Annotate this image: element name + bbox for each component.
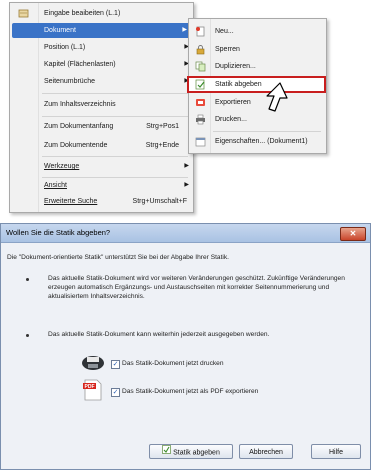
submenu-item-label: Duplizieren... bbox=[215, 63, 256, 70]
print-now-checkbox[interactable]: ✓ bbox=[111, 360, 120, 369]
menu-item-edit-input[interactable]: Eingabe beaibeiten (L.1) bbox=[10, 6, 193, 21]
bullet-icon bbox=[26, 278, 29, 281]
help-button[interactable]: Hilfe bbox=[311, 444, 361, 459]
menu-item-seitenumbrueche[interactable]: Seitenumbrüche ▶ bbox=[10, 74, 193, 89]
menu-item-kapitel[interactable]: Kapitel (Flächenlasten) ▶ bbox=[10, 57, 193, 72]
cancel-button[interactable]: Abbrechen bbox=[239, 444, 293, 459]
submenu-item-label: Drucken... bbox=[215, 116, 247, 123]
submenu-item-label: Statik abgeben bbox=[215, 81, 262, 88]
svg-text:PDF: PDF bbox=[85, 384, 95, 390]
menu-separator bbox=[42, 93, 188, 94]
menu-item-dokumentende[interactable]: Zum Dokumentende Strg+Ende bbox=[10, 138, 193, 153]
submenu-item-label: Exportieren bbox=[215, 99, 251, 106]
menu-item-label: Dokument bbox=[44, 27, 76, 34]
bullet-text-output: Das aktuelle Statik-Dokument kann weiter… bbox=[48, 331, 270, 338]
edit-icon bbox=[18, 8, 29, 19]
menu-item-ansicht[interactable]: Ansicht ▶ bbox=[10, 178, 193, 193]
dialog-intro: Die "Dokument-orientierte Statik" unters… bbox=[7, 254, 230, 261]
new-doc-icon bbox=[195, 26, 206, 37]
menu-separator bbox=[42, 156, 188, 157]
properties-icon bbox=[195, 136, 206, 147]
export-icon bbox=[195, 97, 206, 108]
submenu-item-neu[interactable]: Neu... bbox=[189, 24, 326, 39]
dokument-submenu: Neu... Sperren Duplizieren... Statik abg… bbox=[187, 18, 327, 154]
submenu-item-duplizieren[interactable]: Duplizieren... bbox=[189, 59, 326, 74]
printer-icon bbox=[81, 354, 105, 372]
submit-statik-button[interactable]: Statik abgeben bbox=[149, 444, 233, 459]
context-menu: Eingabe beaibeiten (L.1) Dokument ▶ Posi… bbox=[9, 2, 194, 213]
menu-item-erweiterte-suche[interactable]: Erweiterte Suche Strg+Umschalt+F bbox=[10, 194, 193, 209]
menu-shortcut: Strg+Ende bbox=[145, 142, 179, 149]
lock-icon bbox=[195, 44, 206, 55]
mouse-pointer-icon bbox=[266, 82, 294, 122]
print-icon bbox=[195, 114, 206, 125]
menu-item-inhaltsverzeichnis[interactable]: Zum Inhaltsverzeichnis bbox=[10, 97, 193, 112]
submit-statik-dialog: Wollen Sie die Statik abgeben? ✕ Die "Do… bbox=[0, 223, 371, 470]
menu-item-label: Zum Inhaltsverzeichnis bbox=[44, 101, 116, 108]
bullet-text-protect: Das aktuelle Statik-Dokument wird vor we… bbox=[48, 275, 345, 301]
menu-item-position[interactable]: Position (L.1) ▶ bbox=[10, 40, 193, 55]
menu-item-label: Seitenumbrüche bbox=[44, 78, 95, 85]
submenu-item-label: Sperren bbox=[215, 46, 240, 53]
handover-icon bbox=[195, 79, 206, 90]
menu-item-label: Erweiterte Suche bbox=[44, 198, 98, 205]
menu-shortcut: Strg+Pos1 bbox=[146, 123, 179, 130]
submit-button-label: Statik abgeben bbox=[173, 449, 220, 457]
menu-separator bbox=[42, 116, 188, 117]
menu-item-label: Zum Dokumentende bbox=[44, 142, 108, 149]
print-now-label: Das Statik-Dokument jetzt drucken bbox=[122, 360, 224, 367]
menu-item-label: Position (L.1) bbox=[44, 44, 86, 51]
dialog-titlebar: Wollen Sie die Statik abgeben? ✕ bbox=[1, 224, 370, 243]
submenu-item-sperren[interactable]: Sperren bbox=[189, 42, 326, 57]
menu-item-dokumentanfang[interactable]: Zum Dokumentanfang Strg+Pos1 bbox=[10, 119, 193, 134]
handover-icon bbox=[162, 445, 171, 460]
submenu-item-label: Neu... bbox=[215, 28, 234, 35]
submenu-item-statik-abgeben[interactable]: Statik abgeben bbox=[187, 76, 326, 93]
menu-item-label: Eingabe beaibeiten (L.1) bbox=[44, 10, 121, 17]
duplicate-icon bbox=[195, 61, 206, 72]
dialog-body: Die "Dokument-orientierte Statik" unters… bbox=[1, 243, 370, 469]
export-pdf-label: Das Statik-Dokument jetzt als PDF export… bbox=[122, 388, 259, 395]
menu-shortcut: Strg+Umschalt+F bbox=[132, 198, 187, 205]
menu-item-label: Ansicht bbox=[44, 182, 67, 189]
menu-item-label: Kapitel (Flächenlasten) bbox=[44, 61, 116, 68]
submenu-item-eigenschaften[interactable]: Eigenschaften... (Dokument1) bbox=[189, 134, 326, 149]
menu-item-label: Werkzeuge bbox=[44, 163, 80, 170]
pdf-file-icon: PDF bbox=[83, 379, 103, 401]
export-pdf-checkbox[interactable]: ✓ bbox=[111, 388, 120, 397]
menu-item-dokument[interactable]: Dokument ▶ bbox=[12, 23, 191, 38]
submenu-arrow-icon: ▶ bbox=[184, 182, 189, 188]
menu-item-label: Zum Dokumentanfang bbox=[44, 123, 114, 130]
dialog-title: Wollen Sie die Statik abgeben? bbox=[6, 228, 111, 237]
submenu-item-exportieren[interactable]: Exportieren bbox=[189, 95, 326, 110]
menu-item-werkzeuge[interactable]: Werkzeuge ▶ bbox=[10, 159, 193, 174]
bullet-icon bbox=[26, 334, 29, 337]
submenu-arrow-icon: ▶ bbox=[184, 163, 189, 169]
close-button[interactable]: ✕ bbox=[340, 227, 366, 241]
submenu-item-drucken[interactable]: Drucken... bbox=[189, 112, 326, 127]
submenu-item-label: Eigenschaften... (Dokument1) bbox=[215, 138, 308, 145]
submenu-arrow-icon: ▶ bbox=[182, 27, 187, 33]
submenu-separator bbox=[213, 131, 321, 132]
